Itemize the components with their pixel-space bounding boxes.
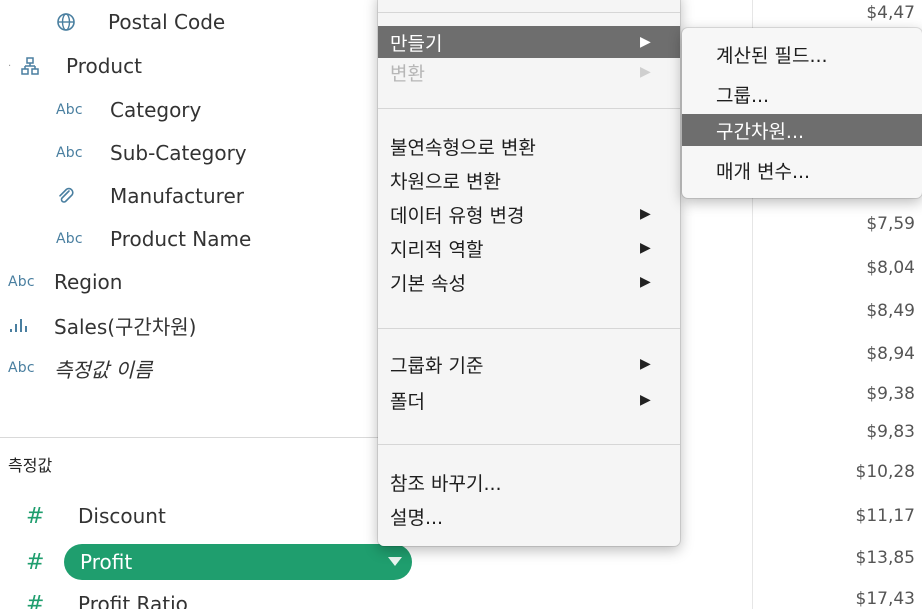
submenu-item-label: 구간차원...	[716, 120, 805, 143]
hash-icon: #	[26, 591, 45, 609]
value-cell: $9,83	[866, 422, 915, 442]
value-cell: $7,59	[866, 214, 915, 234]
submenu-arrow-icon: ▶	[640, 34, 651, 50]
value-cell: $10,28	[855, 462, 915, 482]
measures-section-title: 측정값	[8, 456, 53, 475]
field-context-menu: 만들기 ▶ 변환 ▶ 불연속형으로 변환 차원으로 변환 데이터 유형 변경 ▶…	[378, 0, 680, 546]
submenu-arrow-icon: ▶	[640, 64, 651, 80]
menu-item-geographic-role[interactable]: 지리적 역할 ▶	[378, 232, 680, 264]
field-region[interactable]: Abc Region	[8, 263, 122, 301]
menu-item-label: 만들기	[390, 32, 443, 55]
submenu-item-label: 계산된 필드...	[716, 44, 828, 67]
menu-item-label: 폴더	[390, 390, 425, 413]
menu-item-folder[interactable]: 폴더 ▶	[378, 384, 680, 416]
menu-item-label: 참조 바꾸기...	[390, 472, 502, 495]
field-label: Product	[66, 54, 142, 78]
tableau-data-pane-screen: Postal Code · Product Abc Category Abc S…	[0, 0, 922, 609]
menu-item-replace-references[interactable]: 참조 바꾸기...	[378, 466, 680, 498]
menu-item-label: 데이터 유형 변경	[390, 204, 525, 227]
menu-item-label: 기본 속성	[390, 272, 466, 295]
submenu-item-label: 그룹...	[716, 84, 770, 107]
submenu-item-label: 매개 변수...	[716, 160, 811, 183]
abc-icon: Abc	[8, 360, 35, 376]
menu-item-label: 그룹화 기준	[390, 354, 484, 377]
submenu-item-calculated-field[interactable]: 계산된 필드...	[682, 38, 922, 70]
value-cell: $11,17	[855, 506, 915, 526]
hash-icon: #	[26, 549, 45, 575]
field-label: Region	[54, 270, 123, 294]
field-label: Sales(구간차원)	[54, 314, 197, 339]
field-category[interactable]: Abc Category	[56, 91, 201, 129]
field-postal-code[interactable]: Postal Code	[56, 3, 225, 41]
submenu-arrow-icon: ▶	[640, 206, 651, 222]
field-label: Postal Code	[108, 10, 226, 34]
field-label: Sub-Category	[110, 141, 247, 165]
collapse-dot-icon[interactable]: ·	[8, 61, 20, 72]
field-profit-ratio[interactable]: # Profit Ratio	[26, 585, 188, 609]
field-product-name[interactable]: Abc Product Name	[56, 220, 251, 258]
menu-item-transform: 변환 ▶	[378, 56, 680, 88]
field-sales-bins[interactable]: Sales(구간차원)	[8, 306, 196, 344]
bins-icon	[8, 317, 54, 333]
paperclip-icon	[56, 186, 110, 206]
value-cell: $17,43	[855, 589, 915, 609]
submenu-item-group[interactable]: 그룹...	[682, 78, 922, 110]
submenu-arrow-icon: ▶	[640, 356, 651, 372]
value-cell: $4,47	[866, 3, 915, 23]
menu-item-default-properties[interactable]: 기본 속성 ▶	[378, 266, 680, 298]
hash-icon: #	[26, 503, 45, 529]
menu-item-convert-dimension[interactable]: 차원으로 변환	[378, 164, 680, 196]
menu-item-label: 지리적 역할	[390, 238, 484, 261]
value-cell: $8,94	[866, 344, 915, 364]
field-label: Discount	[78, 504, 166, 528]
field-profit-hash: #	[26, 543, 64, 581]
menu-item-describe[interactable]: 설명...	[378, 500, 680, 532]
value-cell: $9,38	[866, 384, 915, 404]
field-sub-category[interactable]: Abc Sub-Category	[56, 134, 247, 172]
field-label: Profit Ratio	[78, 592, 188, 609]
abc-icon: Abc	[56, 231, 83, 247]
menu-separator	[378, 444, 680, 445]
selected-field-profit-pill[interactable]: Profit	[64, 544, 412, 580]
submenu-arrow-icon: ▶	[640, 274, 651, 290]
submenu-item-parameter[interactable]: 매개 변수...	[682, 154, 922, 186]
field-label: Category	[110, 98, 202, 122]
field-product-hierarchy[interactable]: · Product	[8, 47, 142, 85]
menu-separator	[378, 12, 680, 13]
abc-icon: Abc	[56, 145, 83, 161]
submenu-arrow-icon: ▶	[640, 392, 651, 408]
hierarchy-icon	[20, 56, 66, 76]
field-label: 측정값 이름	[54, 357, 153, 382]
pane-divider	[0, 437, 414, 438]
field-label: Manufacturer	[110, 184, 244, 208]
abc-icon: Abc	[56, 102, 83, 118]
field-measure-names[interactable]: Abc 측정값 이름	[8, 349, 152, 387]
value-cell: $8,04	[866, 258, 915, 278]
field-label: Profit	[80, 550, 133, 574]
dropdown-caret-icon[interactable]	[388, 557, 402, 566]
value-cell: $8,49	[866, 301, 915, 321]
menu-item-create[interactable]: 만들기 ▶	[378, 26, 680, 58]
data-pane: Postal Code · Product Abc Category Abc S…	[0, 0, 414, 609]
field-label: Product Name	[110, 227, 252, 251]
globe-icon	[56, 12, 108, 32]
menu-item-convert-discrete[interactable]: 불연속형으로 변환	[378, 130, 680, 162]
menu-item-label: 설명...	[390, 506, 444, 529]
menu-separator	[378, 328, 680, 329]
submenu-arrow-icon: ▶	[640, 240, 651, 256]
field-manufacturer[interactable]: Manufacturer	[56, 177, 244, 215]
submenu-item-bins[interactable]: 구간차원...	[682, 114, 922, 146]
menu-item-label: 불연속형으로 변환	[390, 136, 536, 159]
menu-item-label: 변환	[390, 62, 425, 85]
value-cell: $13,85	[855, 548, 915, 568]
menu-separator	[378, 108, 680, 109]
abc-icon: Abc	[8, 274, 35, 290]
menu-item-label: 차원으로 변환	[390, 170, 501, 193]
menu-item-group-by[interactable]: 그룹화 기준 ▶	[378, 348, 680, 380]
create-submenu: 계산된 필드... 그룹... 구간차원... 매개 변수...	[682, 28, 922, 198]
field-discount[interactable]: # Discount	[26, 497, 166, 535]
menu-item-change-data-type[interactable]: 데이터 유형 변경 ▶	[378, 198, 680, 230]
